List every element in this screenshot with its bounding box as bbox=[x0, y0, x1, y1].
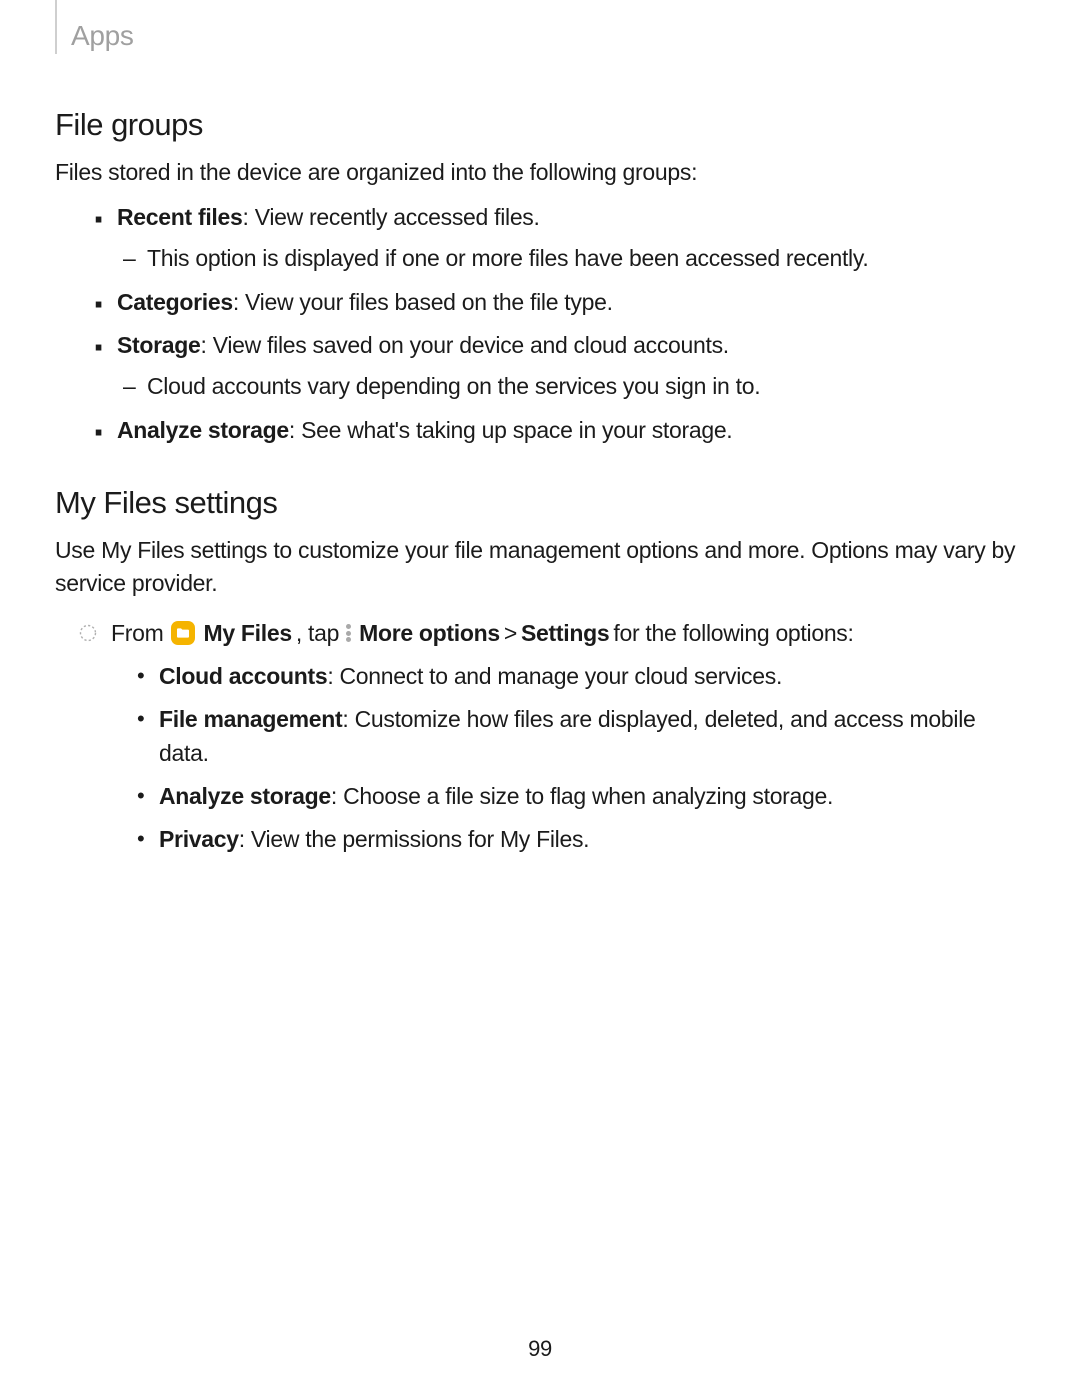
item-label: Privacy bbox=[159, 826, 239, 852]
item-desc: : Choose a file size to flag when analyz… bbox=[331, 783, 833, 809]
more-options-label: More options bbox=[359, 617, 500, 650]
item-desc: : See what's taking up space in your sto… bbox=[289, 417, 733, 443]
page-number: 99 bbox=[0, 1333, 1080, 1365]
item-desc: : Connect to and manage your cloud servi… bbox=[327, 663, 782, 689]
sub-list: This option is displayed if one or more … bbox=[123, 242, 1025, 275]
item-label: Analyze storage bbox=[117, 417, 289, 443]
from-line: From My Files, tap More options > Settin… bbox=[79, 617, 1025, 650]
heading-file-groups: File groups bbox=[55, 103, 1025, 148]
from-tail: for the following options: bbox=[613, 617, 853, 650]
item-label: File management bbox=[159, 706, 342, 732]
sub-item: Cloud accounts vary depending on the ser… bbox=[123, 370, 1025, 403]
item-label: Storage bbox=[117, 332, 201, 358]
page-header: Apps bbox=[55, 0, 1025, 57]
item-desc: : View files saved on your device and cl… bbox=[201, 332, 729, 358]
list-item: Categories: View your files based on the… bbox=[93, 286, 1025, 319]
sub-list: Cloud accounts vary depending on the ser… bbox=[123, 370, 1025, 403]
item-label: Recent files bbox=[117, 204, 243, 230]
settings-intro: Use My Files settings to customize your … bbox=[55, 534, 1025, 601]
my-files-app-icon bbox=[171, 621, 195, 645]
file-groups-intro: Files stored in the device are organized… bbox=[55, 156, 1025, 189]
list-item: Cloud accounts: Connect to and manage yo… bbox=[137, 660, 1025, 693]
header-divider bbox=[55, 0, 57, 54]
list-item: File management: Customize how files are… bbox=[137, 703, 1025, 770]
section-label: Apps bbox=[71, 0, 134, 57]
tap-text: , tap bbox=[296, 617, 339, 650]
item-desc: : View your files based on the file type… bbox=[233, 289, 613, 315]
list-item: Analyze storage: See what's taking up sp… bbox=[93, 414, 1025, 447]
file-groups-list: Recent files: View recently accessed fil… bbox=[93, 201, 1025, 447]
more-options-icon bbox=[346, 624, 352, 642]
heading-my-files-settings: My Files settings bbox=[55, 481, 1025, 526]
list-item: Recent files: View recently accessed fil… bbox=[93, 201, 1025, 276]
item-label: Cloud accounts bbox=[159, 663, 327, 689]
list-item: Analyze storage: Choose a file size to f… bbox=[137, 780, 1025, 813]
item-desc: : View the permissions for My Files. bbox=[239, 826, 590, 852]
sep: > bbox=[504, 617, 517, 650]
list-item: Storage: View files saved on your device… bbox=[93, 329, 1025, 404]
item-label: Categories bbox=[117, 289, 233, 315]
from-text: From bbox=[111, 617, 163, 650]
item-desc: : View recently accessed files. bbox=[243, 204, 540, 230]
item-label: Analyze storage bbox=[159, 783, 331, 809]
list-item: Privacy: View the permissions for My Fil… bbox=[137, 823, 1025, 856]
sub-item: This option is displayed if one or more … bbox=[123, 242, 1025, 275]
app-name: My Files bbox=[203, 617, 291, 650]
ring-bullet-icon bbox=[79, 624, 97, 642]
settings-options-list: Cloud accounts: Connect to and manage yo… bbox=[137, 660, 1025, 857]
settings-label: Settings bbox=[521, 617, 609, 650]
